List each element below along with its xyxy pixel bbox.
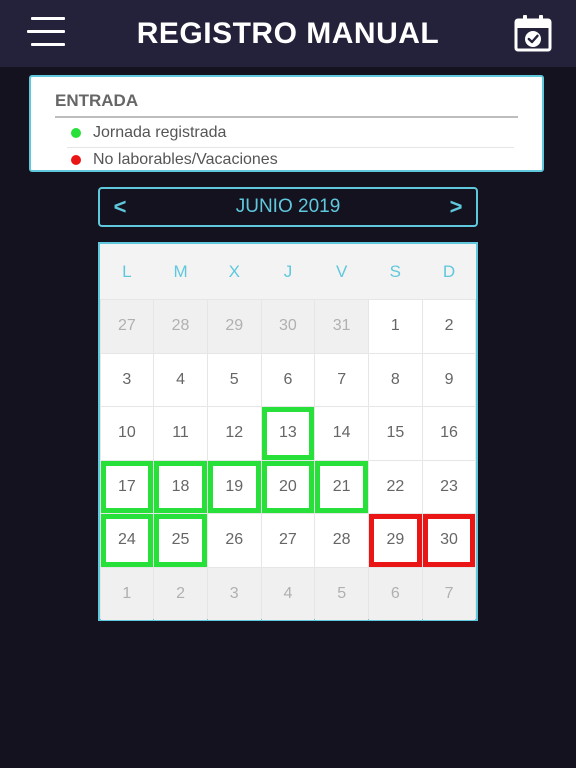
weekday-label: M [173,262,188,281]
hamburger-menu-icon[interactable] [27,16,65,48]
day-cell[interactable]: 10 [100,407,154,460]
day-cell[interactable]: 13 [261,407,315,460]
day-cell[interactable]: 2 [422,300,476,353]
day-cell[interactable]: 25 [154,514,207,567]
legend-item-registered: Jornada registrada [67,121,514,148]
weekday-label: X [228,262,240,281]
day-cell[interactable]: 8 [369,353,422,406]
day-cell[interactable]: 30 [261,300,315,353]
calendar-check-icon[interactable] [514,14,552,52]
weekday-label: S [389,262,402,281]
day-cell[interactable]: 5 [315,567,368,620]
day-cell[interactable]: 28 [154,300,207,353]
day-cell[interactable]: 20 [261,460,315,513]
day-cell[interactable]: 27 [261,514,315,567]
day-cell[interactable]: 4 [154,353,207,406]
day-cell[interactable]: 11 [154,407,207,460]
day-cell[interactable]: 9 [422,353,476,406]
day-cell[interactable]: 23 [422,460,476,513]
day-cell[interactable]: 27 [100,300,154,353]
day-cell[interactable]: 19 [207,460,261,513]
day-cell[interactable]: 7 [315,353,368,406]
day-cell[interactable]: 28 [315,514,368,567]
day-cell[interactable]: 31 [315,300,368,353]
day-cell[interactable]: 22 [369,460,422,513]
red-dot-icon [71,155,81,165]
day-cell[interactable]: 1 [369,300,422,353]
month-label: JUNIO 2019 [235,196,341,217]
day-cell[interactable]: 12 [207,407,261,460]
legend-divider [55,116,518,118]
top-bar: REGISTRO MANUAL [0,0,576,67]
day-cell[interactable]: 3 [100,353,154,406]
day-cell[interactable]: 6 [369,567,422,620]
legend-title: ENTRADA [55,91,139,110]
green-dot-icon [71,128,81,138]
page-title: REGISTRO MANUAL [136,17,440,50]
legend-panel: ENTRADA Jornada registrada No laborables… [29,75,544,172]
day-cell[interactable]: 5 [207,353,261,406]
weekday-header: L M X J V S D [100,244,476,299]
calendar-grid: L M X J V S D 27 28 29 30 31 1 2 3 4 5 6 7 8 9 10 11 12 1… [98,242,478,621]
day-cell[interactable]: 30 [422,514,476,567]
day-cell[interactable]: 21 [315,460,368,513]
day-cell[interactable]: 6 [261,353,315,406]
weekday-label: V [335,262,348,281]
legend-item-label: No laborables/Vacaciones [93,151,278,168]
day-cell[interactable]: 29 [369,514,422,567]
day-cell[interactable]: 18 [154,460,207,513]
weekday-label: J [283,262,293,281]
day-cell[interactable]: 3 [207,567,261,620]
day-cell[interactable]: 17 [100,460,154,513]
previous-month-button[interactable]: < [102,189,138,225]
day-cell[interactable]: 7 [422,567,476,620]
day-cell[interactable]: 24 [100,514,154,567]
month-navigator: < JUNIO 2019 > [98,187,478,227]
day-cell[interactable]: 26 [207,514,261,567]
day-cell[interactable]: 4 [261,567,315,620]
day-cell[interactable]: 2 [154,567,207,620]
day-cell[interactable]: 15 [369,407,422,460]
day-cell[interactable]: 16 [422,407,476,460]
day-cell[interactable]: 14 [315,407,368,460]
day-cell[interactable]: 29 [207,300,261,353]
day-cell[interactable]: 1 [100,567,154,620]
legend-item-holiday: No laborables/Vacaciones [67,148,514,174]
weekday-label: D [442,262,456,281]
legend-item-label: Jornada registrada [93,124,227,141]
weekday-label: L [122,262,132,281]
next-month-button[interactable]: > [438,189,474,225]
